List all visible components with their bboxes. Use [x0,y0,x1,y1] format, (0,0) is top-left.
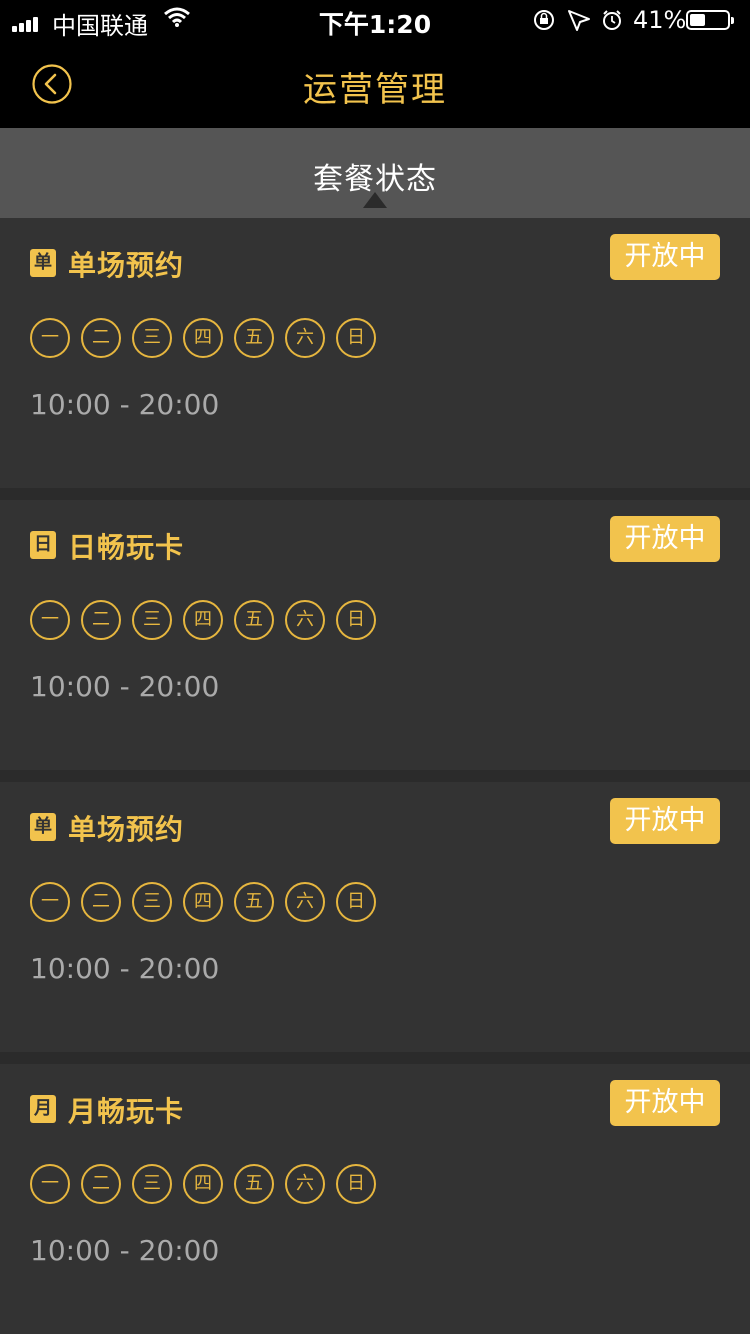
weekday-chip[interactable]: 二 [81,1164,121,1204]
alarm-icon [603,10,621,30]
package-status-button[interactable]: 开放中 [610,516,720,562]
weekday-chip[interactable]: 五 [234,882,274,922]
weekday-chip[interactable]: 二 [81,600,121,640]
weekday-chip[interactable]: 日 [336,318,376,358]
package-type-badge: 月 [30,1095,56,1123]
location-icon [568,10,590,31]
weekday-chip[interactable]: 四 [183,318,223,358]
weekday-chip[interactable]: 日 [336,600,376,640]
weekday-chip[interactable]: 二 [81,318,121,358]
package-card: 月月畅玩卡 开放中一二三四五六日 10:00 - 20:00 [0,1064,750,1334]
tab-indicator [363,192,387,208]
weekday-chip[interactable]: 三 [132,882,172,922]
weekday-chip[interactable]: 三 [132,318,172,358]
weekday-chip[interactable]: 二 [81,882,121,922]
weekday-chip[interactable]: 三 [132,600,172,640]
weekday-chip[interactable]: 四 [183,882,223,922]
opening-hours: 10:00 - 20:00 [30,952,220,985]
package-name: 月畅玩卡 [68,1095,185,1128]
opening-hours: 10:00 - 20:00 [30,1234,220,1267]
battery-percent: 41% [633,6,687,34]
opening-hours: 10:00 - 20:00 [30,388,220,421]
weekday-chip[interactable]: 日 [336,882,376,922]
nav-bar: 运营管理 [0,40,750,128]
weekday-chip[interactable]: 一 [30,1164,70,1204]
weekday-chip[interactable]: 一 [30,318,70,358]
weekday-chip[interactable]: 六 [285,318,325,358]
battery-icon [686,10,734,30]
weekday-chip[interactable]: 一 [30,600,70,640]
status-icons [533,7,628,37]
package-status-button[interactable]: 开放中 [610,1080,720,1126]
weekday-chip[interactable]: 日 [336,1164,376,1204]
package-type-badge: 单 [30,813,56,841]
package-name: 日畅玩卡 [68,531,185,564]
rotation-lock-icon [534,10,554,30]
weekday-chip[interactable]: 四 [183,600,223,640]
weekday-chip[interactable]: 六 [285,882,325,922]
status-bar: 中国联通 下午1:20 41% [0,0,750,40]
opening-hours: 10:00 - 20:00 [30,670,220,703]
package-card: 单单场预约 开放中一二三四五六日 10:00 - 20:00 [0,782,750,1052]
weekday-chip[interactable]: 四 [183,1164,223,1204]
weekday-chip[interactable]: 五 [234,318,274,358]
package-name: 单场预约 [68,249,185,282]
package-card: 日日畅玩卡 开放中一二三四五六日 10:00 - 20:00 [0,500,750,770]
package-card: 单单场预约 开放中一二三四五六日 10:00 - 20:00 [0,218,750,488]
package-status-button[interactable]: 开放中 [610,798,720,844]
package-status-button[interactable]: 开放中 [610,234,720,280]
weekday-chip[interactable]: 六 [285,1164,325,1204]
weekday-chip[interactable]: 一 [30,882,70,922]
weekday-chip[interactable]: 六 [285,600,325,640]
weekday-chip[interactable]: 五 [234,1164,274,1204]
weekday-chip[interactable]: 三 [132,1164,172,1204]
package-type-badge: 单 [30,249,56,277]
package-name: 单场预约 [68,813,185,846]
page-title: 运营管理 [303,70,447,110]
weekday-chip[interactable]: 五 [234,600,274,640]
package-type-badge: 日 [30,531,56,559]
